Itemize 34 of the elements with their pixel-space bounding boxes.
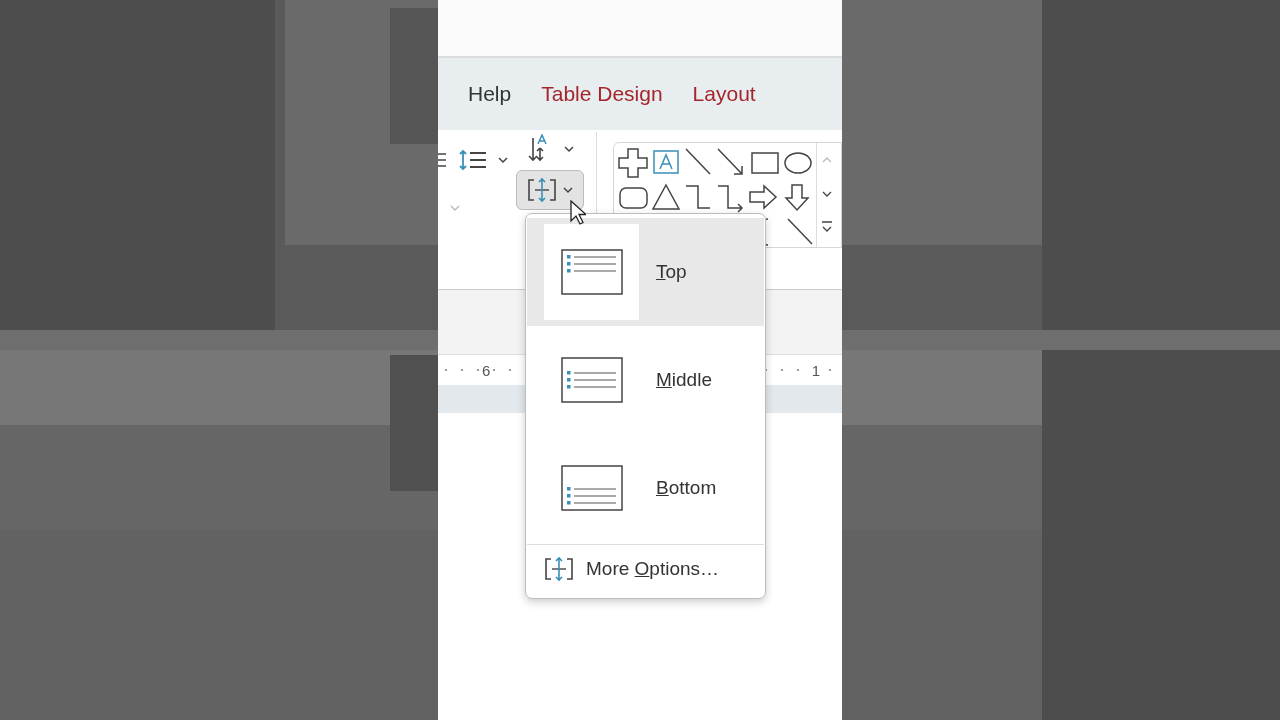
menu-item-label: Bottom	[656, 477, 717, 499]
line-shape-icon[interactable]	[685, 148, 711, 175]
chevron-icon[interactable]	[498, 156, 508, 164]
oval-shape-icon[interactable]	[784, 152, 812, 174]
text-box-icon[interactable]	[653, 150, 679, 174]
align-text-icon	[544, 556, 574, 582]
elbow-connector-icon[interactable]	[685, 185, 711, 209]
chevron-icon	[450, 204, 460, 212]
text-alignment-icon	[560, 465, 623, 511]
align-text-button[interactable]	[516, 170, 585, 210]
text-alignment-icon	[560, 249, 623, 295]
menu-item-label: Middle	[656, 369, 712, 391]
ribbon-tab[interactable]: Help	[468, 82, 512, 106]
chevron-icon	[563, 186, 574, 194]
arrow-line-icon[interactable]	[717, 148, 743, 175]
line-spacing-icon[interactable]	[458, 148, 488, 172]
menu-item[interactable]: Top	[527, 218, 764, 326]
ribbon-tab[interactable]: Table Design	[541, 82, 663, 106]
rounded-rectangle-icon[interactable]	[619, 187, 648, 209]
menu-item-label: Top	[656, 261, 687, 283]
right-arrow-icon[interactable]	[749, 184, 778, 210]
down-arrow-icon[interactable]	[784, 184, 810, 212]
ribbon-tab[interactable]: Layout	[692, 82, 756, 106]
elbow-arrow-icon[interactable]	[717, 185, 744, 213]
menu-item[interactable]: Bottom	[527, 434, 764, 542]
rectangle-shape-icon[interactable]	[751, 152, 779, 174]
chevron-icon[interactable]	[564, 145, 575, 153]
text-alignment-icon	[560, 357, 623, 403]
cross-shape-icon[interactable]	[618, 148, 648, 178]
align-text-icon	[527, 177, 558, 203]
triangle-shape-icon[interactable]	[651, 183, 681, 210]
line-shape-icon[interactable]	[787, 218, 813, 245]
more-options-item[interactable]: More Options…	[526, 545, 765, 593]
menu-item[interactable]: Middle	[527, 326, 764, 434]
